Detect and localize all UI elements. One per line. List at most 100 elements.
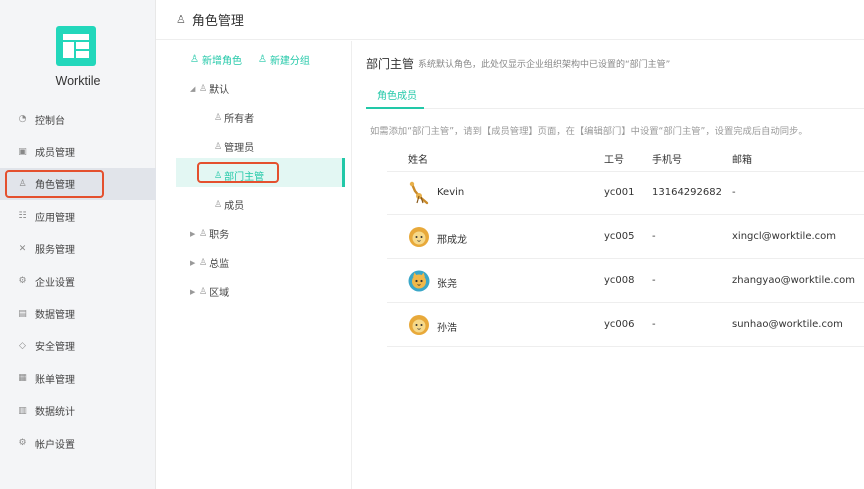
member-name: 张尧 — [437, 279, 457, 290]
sidebar-item-label: 帐户设置 — [35, 439, 75, 451]
role-description: 系统默认角色，此处仅显示企业组织架构中已设置的“部门主管” — [418, 60, 671, 70]
sidebar-item-apps[interactable]: ☷ 应用管理 — [0, 200, 156, 232]
member-phone: 13164292682 — [652, 187, 722, 198]
sidebar-item-label: 成员管理 — [35, 148, 75, 160]
sidebar-item-roles[interactable]: ♙ 角色管理 — [0, 167, 156, 201]
sidebar-item-company-settings[interactable]: ⚙ 企业设置 — [0, 265, 156, 297]
member-name: Kevin — [437, 187, 465, 198]
column-header-email: 邮箱 — [732, 155, 752, 166]
tree-node-label: 职务 — [209, 230, 230, 241]
tree-node-label: 管理员 — [224, 143, 255, 154]
tree-node-owner[interactable]: ♙ 所有者 — [214, 110, 255, 126]
tree-node-default[interactable]: ◢ ♙ 默认 — [190, 81, 230, 97]
stats-icon: ▥ — [18, 405, 27, 416]
tree-actions: ♙ 新增角色 ♙ 新建分组 — [190, 52, 310, 67]
add-user-icon: ♙ — [190, 54, 199, 65]
cat-avatar-icon — [408, 270, 430, 292]
sidebar: Worktile ◔ 控制台 ▣ 成员管理 ♙ 角色管理 ☷ 应用管理 ✕ 服务… — [0, 0, 156, 489]
role-icon: ♙ — [214, 170, 223, 181]
add-role-label: 新增角色 — [201, 56, 242, 67]
sidebar-item-label: 服务管理 — [35, 245, 75, 257]
column-header-no: 工号 — [604, 155, 624, 166]
page-header: ♙ 角色管理 — [156, 0, 864, 40]
add-group-icon: ♙ — [257, 54, 267, 65]
tree-node-member[interactable]: ♙ 成员 — [214, 197, 245, 213]
table-row[interactable]: 张尧 yc008 - zhangyao@worktile.com — [387, 260, 864, 303]
tree-node-region[interactable]: ▶ ♙ 区域 — [190, 284, 230, 300]
apps-icon: ☷ — [18, 211, 27, 222]
table-row[interactable]: 孙浩 yc006 - sunhao@worktile.com — [387, 304, 864, 347]
member-no: yc008 — [604, 275, 635, 286]
sidebar-item-label: 数据管理 — [35, 310, 75, 322]
member-name: 邢成龙 — [437, 235, 467, 246]
group-icon: ♙ — [199, 286, 208, 297]
sidebar-item-dashboard[interactable]: ◔ 控制台 — [0, 103, 156, 135]
caret-down-icon: ◢ — [190, 84, 196, 93]
tree-node-label: 成员 — [224, 201, 245, 212]
group-icon: ♙ — [199, 83, 208, 94]
role-tree-panel: ♙ 新增角色 ♙ 新建分组 ◢ ♙ 默认 ♙ 所有者 ♙ 管理员 ♙ 部门主管 … — [156, 41, 352, 489]
caret-right-icon: ▶ — [190, 287, 196, 296]
account-gear-icon: ⚙ — [18, 438, 27, 449]
worktile-logo-icon — [56, 26, 96, 66]
member-no: yc006 — [604, 319, 635, 330]
data-icon: ▤ — [18, 308, 27, 319]
tree-node-label: 所有者 — [224, 114, 255, 125]
tree-node-label: 区域 — [209, 288, 230, 299]
role-icon: ♙ — [214, 141, 223, 152]
sidebar-nav: ◔ 控制台 ▣ 成员管理 ♙ 角色管理 ☷ 应用管理 ✕ 服务管理 ⚙ 企业设置… — [0, 103, 156, 459]
sidebar-item-label: 控制台 — [35, 115, 65, 127]
member-email: sunhao@worktile.com — [732, 319, 843, 330]
tab-active-indicator — [366, 107, 424, 109]
sidebar-item-account-settings[interactable]: ⚙ 帐户设置 — [0, 427, 156, 459]
sidebar-item-label: 账单管理 — [35, 374, 75, 386]
bill-icon: ▦ — [18, 373, 27, 384]
services-icon: ✕ — [18, 243, 27, 254]
sidebar-item-members[interactable]: ▣ 成员管理 — [0, 135, 156, 167]
sidebar-item-billing[interactable]: ▦ 账单管理 — [0, 362, 156, 394]
tab-divider — [366, 108, 864, 109]
role-icon: ♙ — [176, 13, 186, 26]
giraffe-avatar-icon — [409, 181, 429, 205]
shield-icon: ◇ — [19, 340, 26, 351]
table-header: 姓名 工号 手机号 邮箱 — [352, 149, 864, 169]
member-no: yc005 — [604, 231, 635, 242]
member-no: yc001 — [604, 187, 635, 198]
sidebar-item-security[interactable]: ◇ 安全管理 — [0, 330, 156, 362]
tab-role-members[interactable]: 角色成员 — [377, 87, 417, 102]
add-role-button[interactable]: ♙ 新增角色 — [190, 52, 242, 67]
member-email: - — [732, 187, 736, 198]
column-header-phone: 手机号 — [652, 155, 682, 166]
sidebar-item-data[interactable]: ▤ 数据管理 — [0, 297, 156, 329]
page-title: 角色管理 — [191, 14, 244, 29]
table-row[interactable]: Kevin yc001 13164292682 - — [387, 172, 864, 215]
add-group-button[interactable]: ♙ 新建分组 — [258, 52, 310, 67]
tree-node-label: 默认 — [209, 85, 230, 96]
table-row[interactable]: 邢成龙 yc005 - xingcl@worktile.com — [387, 216, 864, 259]
tree-node-label: 部门主管 — [224, 172, 265, 183]
sidebar-item-services[interactable]: ✕ 服务管理 — [0, 233, 156, 265]
sidebar-item-label: 安全管理 — [35, 342, 75, 354]
lion-avatar-icon — [409, 315, 429, 335]
highlight-box — [5, 169, 104, 198]
group-icon: ♙ — [199, 228, 208, 239]
member-phone: - — [652, 231, 656, 242]
role-title: 部门主管 — [366, 57, 415, 71]
role-icon: ♙ — [214, 199, 223, 210]
tree-node-position[interactable]: ▶ ♙ 职务 — [190, 226, 230, 242]
tree-node-director[interactable]: ▶ ♙ 总监 — [190, 255, 230, 271]
tree-node-admin[interactable]: ♙ 管理员 — [214, 139, 255, 155]
member-email: xingcl@worktile.com — [732, 231, 837, 242]
tree-node-dept-head[interactable]: ♙ 部门主管 — [214, 168, 265, 184]
sidebar-item-label: 数据统计 — [35, 407, 75, 419]
tree-node-label: 总监 — [209, 259, 230, 270]
member-phone: - — [652, 275, 656, 286]
caret-right-icon: ▶ — [190, 229, 196, 238]
dashboard-icon: ◔ — [18, 114, 27, 125]
member-name: 孙浩 — [437, 323, 457, 334]
column-header-name: 姓名 — [408, 155, 428, 166]
sidebar-item-label: 应用管理 — [35, 212, 75, 224]
sidebar-item-label: 企业设置 — [35, 277, 75, 289]
sidebar-item-stats[interactable]: ▥ 数据统计 — [0, 395, 156, 427]
member-email: zhangyao@worktile.com — [732, 275, 855, 286]
